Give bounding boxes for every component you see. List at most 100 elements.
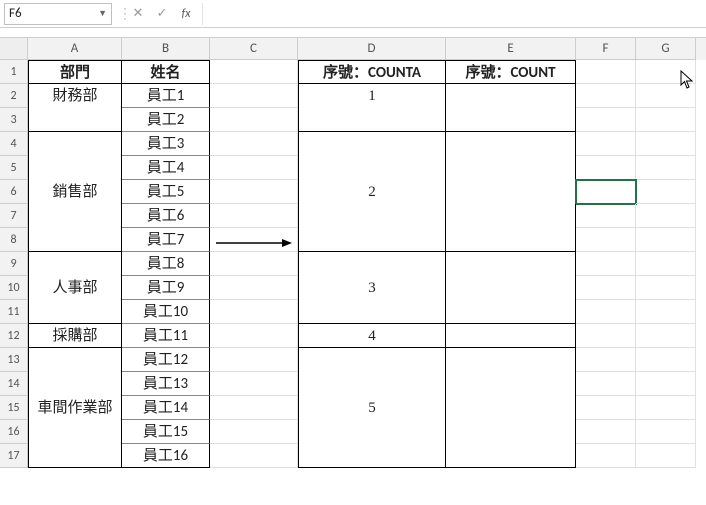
cell-D5[interactable] [298, 156, 446, 180]
row-header-7[interactable]: 7 [0, 204, 28, 228]
cell-A12[interactable]: 採購部 [28, 324, 122, 348]
cell-D8[interactable] [298, 228, 446, 252]
cell-G1[interactable] [636, 60, 696, 84]
chevron-down-icon[interactable]: ▼ [98, 8, 107, 19]
cell-F8[interactable] [576, 228, 636, 252]
cancel-icon[interactable]: ✕ [126, 3, 150, 25]
cell-C5[interactable] [210, 156, 298, 180]
cell-B7[interactable]: 員工6 [122, 204, 210, 228]
cell-F13[interactable] [576, 348, 636, 372]
cell-E7[interactable] [446, 204, 576, 228]
cell-F5[interactable] [576, 156, 636, 180]
cell-D13[interactable] [298, 348, 446, 372]
cell-C14[interactable] [210, 372, 298, 396]
cell-B14[interactable]: 員工13 [122, 372, 210, 396]
cell-C4[interactable] [210, 132, 298, 156]
cell-F7[interactable] [576, 204, 636, 228]
enter-icon[interactable]: ✓ [150, 3, 174, 25]
cell-B6[interactable]: 員工5 [122, 180, 210, 204]
cell-A16[interactable] [28, 420, 122, 444]
cell-D17[interactable] [298, 444, 446, 468]
cell-G11[interactable] [636, 300, 696, 324]
row-header-15[interactable]: 15 [0, 396, 28, 420]
cell-B15[interactable]: 員工14 [122, 396, 210, 420]
col-header-D[interactable]: D [298, 38, 446, 60]
col-header-B[interactable]: B [122, 38, 210, 60]
cell-C7[interactable] [210, 204, 298, 228]
cell-E9[interactable] [446, 252, 576, 276]
cell-A10[interactable]: 人事部 [28, 276, 122, 300]
cell-D6[interactable]: 2 [298, 180, 446, 204]
cell-A4[interactable] [28, 132, 122, 156]
cell-G9[interactable] [636, 252, 696, 276]
cell-F14[interactable] [576, 372, 636, 396]
cell-D7[interactable] [298, 204, 446, 228]
cell-F16[interactable] [576, 420, 636, 444]
cell-E16[interactable] [446, 420, 576, 444]
cell-B2[interactable]: 員工1 [122, 84, 210, 108]
cell-G8[interactable] [636, 228, 696, 252]
cell-G2[interactable] [636, 84, 696, 108]
cell-C10[interactable] [210, 276, 298, 300]
row-header-13[interactable]: 13 [0, 348, 28, 372]
cell-D3[interactable] [298, 108, 446, 132]
cell-F2[interactable] [576, 84, 636, 108]
cell-B11[interactable]: 員工10 [122, 300, 210, 324]
row-header-4[interactable]: 4 [0, 132, 28, 156]
row-header-14[interactable]: 14 [0, 372, 28, 396]
cell-E17[interactable] [446, 444, 576, 468]
cell-A1[interactable]: 部門 [28, 60, 122, 84]
cell-C15[interactable] [210, 396, 298, 420]
cell-C9[interactable] [210, 252, 298, 276]
col-header-F[interactable]: F [576, 38, 636, 60]
cell-F9[interactable] [576, 252, 636, 276]
cell-G10[interactable] [636, 276, 696, 300]
row-header-9[interactable]: 9 [0, 252, 28, 276]
cell-G5[interactable] [636, 156, 696, 180]
cell-B5[interactable]: 員工4 [122, 156, 210, 180]
cell-F1[interactable] [576, 60, 636, 84]
row-header-6[interactable]: 6 [0, 180, 28, 204]
cell-C1[interactable] [210, 60, 298, 84]
cell-C13[interactable] [210, 348, 298, 372]
cell-F11[interactable] [576, 300, 636, 324]
cell-G12[interactable] [636, 324, 696, 348]
row-header-11[interactable]: 11 [0, 300, 28, 324]
col-header-A[interactable]: A [28, 38, 122, 60]
select-all-corner[interactable] [0, 38, 28, 60]
cell-B3[interactable]: 員工2 [122, 108, 210, 132]
cell-F6[interactable] [576, 180, 636, 204]
col-header-C[interactable]: C [210, 38, 298, 60]
cell-G3[interactable] [636, 108, 696, 132]
cell-C11[interactable] [210, 300, 298, 324]
cell-A14[interactable] [28, 372, 122, 396]
cell-A11[interactable] [28, 300, 122, 324]
row-header-8[interactable]: 8 [0, 228, 28, 252]
cell-D4[interactable] [298, 132, 446, 156]
cell-E11[interactable] [446, 300, 576, 324]
cell-F12[interactable] [576, 324, 636, 348]
cell-A6[interactable]: 銷售部 [28, 180, 122, 204]
col-header-G[interactable]: G [636, 38, 696, 60]
cell-E5[interactable] [446, 156, 576, 180]
cell-D16[interactable] [298, 420, 446, 444]
row-header-2[interactable]: 2 [0, 84, 28, 108]
cell-E12[interactable] [446, 324, 576, 348]
cell-D9[interactable] [298, 252, 446, 276]
cell-C8[interactable] [210, 228, 298, 252]
cell-E3[interactable] [446, 108, 576, 132]
formula-input[interactable] [202, 3, 706, 25]
cell-A15[interactable]: 車間作業部 [28, 396, 122, 420]
cell-F4[interactable] [576, 132, 636, 156]
cell-E2[interactable] [446, 84, 576, 108]
cell-D11[interactable] [298, 300, 446, 324]
cell-F3[interactable] [576, 108, 636, 132]
cell-D12[interactable]: 4 [298, 324, 446, 348]
cell-A8[interactable] [28, 228, 122, 252]
cell-B8[interactable]: 員工7 [122, 228, 210, 252]
cell-E6[interactable] [446, 180, 576, 204]
row-header-5[interactable]: 5 [0, 156, 28, 180]
cell-B13[interactable]: 員工12 [122, 348, 210, 372]
cell-C12[interactable] [210, 324, 298, 348]
cell-A5[interactable] [28, 156, 122, 180]
